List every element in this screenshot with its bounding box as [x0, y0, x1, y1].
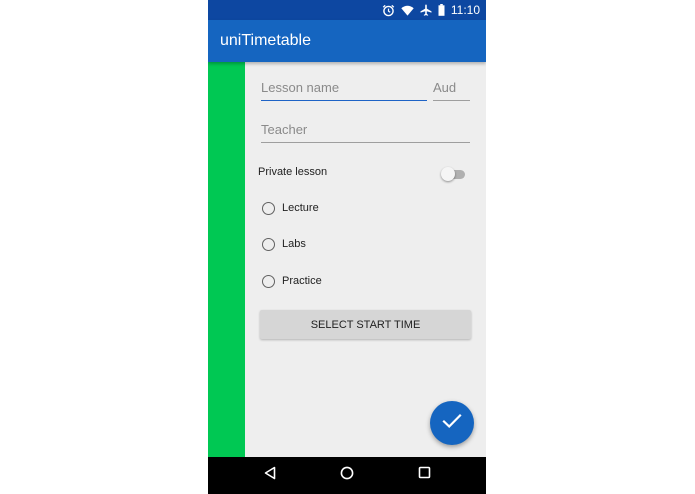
home-icon [340, 466, 354, 485]
radio-labs-circle[interactable] [262, 237, 275, 251]
radio-lecture-circle[interactable] [262, 201, 275, 215]
switch-thumb [441, 167, 455, 181]
aud-input[interactable] [433, 76, 470, 98]
aud-field [433, 76, 470, 101]
radio-labs[interactable]: Labs [262, 235, 306, 253]
recents-icon [418, 466, 431, 484]
app-title: uniTimetable [220, 32, 312, 49]
phone-screen: 11:10 uniTimetable Private lesson Lectur… [208, 0, 486, 494]
battery-icon [438, 4, 445, 16]
radio-lecture[interactable]: Lecture [262, 199, 319, 217]
alarm-icon [382, 4, 395, 17]
home-button[interactable] [337, 465, 357, 485]
lesson-name-input[interactable] [261, 76, 427, 98]
check-icon [442, 413, 462, 434]
status-icons: 11:10 [382, 2, 480, 18]
lesson-form: Private lesson Lecture Labs Practice SEL… [245, 62, 486, 457]
back-icon [263, 466, 277, 485]
teacher-input[interactable] [261, 118, 470, 140]
back-button[interactable] [260, 465, 280, 485]
lesson-color-strip[interactable] [208, 62, 245, 457]
recents-button[interactable] [414, 465, 434, 485]
app-bar: uniTimetable [208, 20, 486, 62]
wifi-icon [401, 5, 414, 16]
radio-labs-label: Labs [282, 238, 306, 250]
status-bar: 11:10 [208, 0, 486, 20]
airplane-icon [420, 4, 432, 16]
radio-lecture-label: Lecture [282, 202, 319, 214]
radio-practice[interactable]: Practice [262, 272, 322, 290]
radio-practice-circle[interactable] [262, 274, 275, 288]
navigation-bar [208, 457, 486, 494]
select-start-time-button[interactable]: SELECT START TIME [260, 310, 471, 339]
radio-practice-label: Practice [282, 275, 322, 287]
private-lesson-label: Private lesson [258, 166, 328, 178]
teacher-field [261, 118, 470, 143]
lesson-name-field [261, 76, 427, 101]
private-lesson-switch[interactable] [441, 166, 467, 182]
save-fab-button[interactable] [430, 401, 474, 445]
status-time: 11:10 [450, 3, 480, 17]
